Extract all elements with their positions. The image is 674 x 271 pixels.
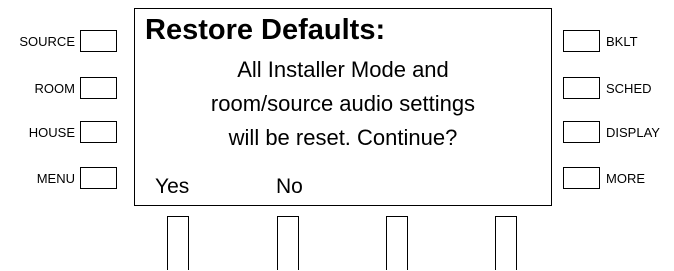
menu-button[interactable] [80,167,117,189]
source-label: SOURCE [19,34,75,49]
bklt-button[interactable] [563,30,600,52]
lcd-screen: Restore Defaults: All Installer Mode and… [134,8,552,206]
room-label: ROOM [34,81,75,96]
message-line-3: will be reset. Continue? [228,125,458,150]
softkey-yes[interactable]: Yes [155,175,189,199]
display-button[interactable] [563,121,600,143]
softkey-button-4[interactable] [495,216,517,270]
bklt-label: BKLT [606,34,638,49]
more-label: MORE [606,171,645,186]
display-label: DISPLAY [606,125,660,140]
softkey-no[interactable]: No [276,175,303,199]
softkey-button-2[interactable] [277,216,299,270]
house-label: HOUSE [28,125,75,140]
house-button[interactable] [80,121,117,143]
message-line-1: All Installer Mode and [237,57,449,82]
softkey-button-3[interactable] [386,216,408,270]
sched-button[interactable] [563,77,600,99]
source-button[interactable] [80,30,117,52]
room-button[interactable] [80,77,117,99]
sched-label: SCHED [606,81,652,96]
softkey-button-1[interactable] [167,216,189,270]
message-line-2: room/source audio settings [210,91,476,116]
screen-title: Restore Defaults: [145,14,386,46]
more-button[interactable] [563,167,600,189]
menu-label: MENU [36,171,75,186]
